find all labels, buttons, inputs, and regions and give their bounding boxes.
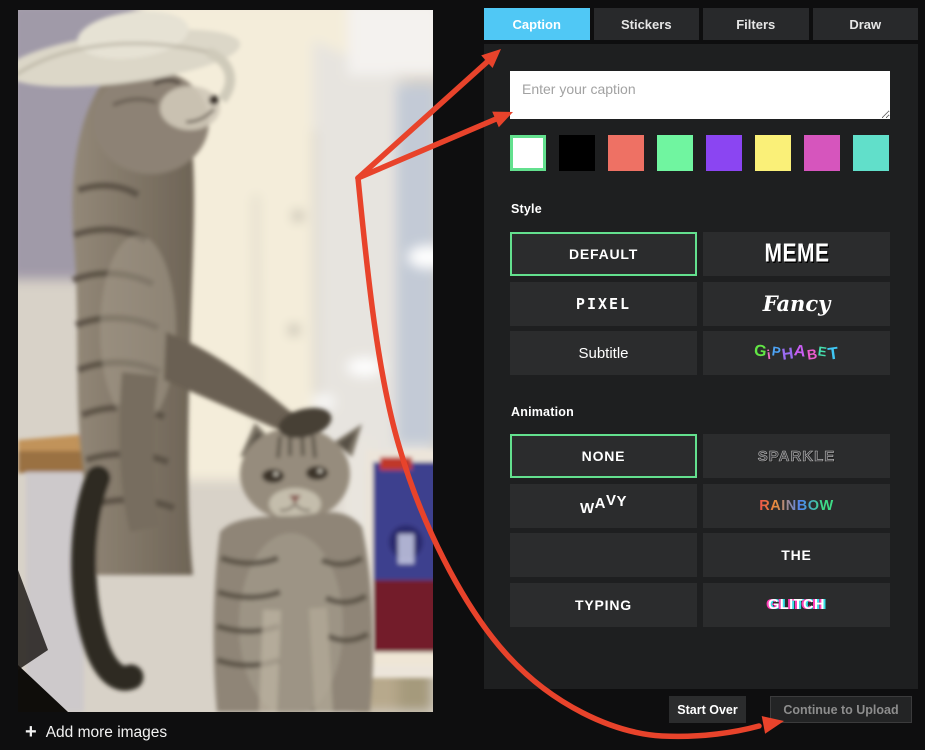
animation-option-rainbow-label: RAINBOW	[759, 498, 833, 514]
style-option-meme-label: MEME	[764, 239, 829, 269]
color-swatch-white[interactable]	[510, 135, 546, 171]
style-options-grid: DEFAULT MEME PIXEL Fancy Subtitle GiPHABET	[510, 232, 890, 375]
style-option-subtitle-label: Subtitle	[578, 345, 628, 362]
style-option-meme[interactable]: MEME	[703, 232, 890, 276]
cat-gif-illustration	[18, 10, 433, 712]
animation-options-grid: NONE SPARKLE WAVY RAINBOW THE TYPING GLITCH	[510, 434, 890, 627]
animation-option-blank[interactable]	[510, 533, 697, 577]
animation-option-glitch[interactable]: GLITCH	[703, 583, 890, 627]
gif-preview-canvas[interactable]	[18, 10, 433, 712]
animation-option-rainbow[interactable]: RAINBOW	[703, 484, 890, 528]
style-option-default-label: DEFAULT	[569, 246, 638, 262]
tab-caption[interactable]: Caption	[484, 8, 590, 40]
animation-section-label: Animation	[511, 405, 574, 419]
color-swatch-purple[interactable]	[706, 135, 742, 171]
style-option-giphabet-label: GiPHABET	[754, 343, 839, 363]
animation-option-sparkle-label: SPARKLE	[758, 448, 836, 465]
animation-option-none[interactable]: NONE	[510, 434, 697, 478]
color-swatch-red[interactable]	[608, 135, 644, 171]
color-swatch-green[interactable]	[657, 135, 693, 171]
tab-stickers[interactable]: Stickers	[594, 8, 700, 40]
color-swatch-black[interactable]	[559, 135, 595, 171]
color-swatch-teal[interactable]	[853, 135, 889, 171]
plus-icon: +	[25, 722, 37, 742]
style-option-giphabet[interactable]: GiPHABET	[703, 331, 890, 375]
add-more-images-button[interactable]: + Add more images	[25, 718, 167, 748]
style-option-fancy-label: Fancy	[763, 291, 831, 316]
style-option-default[interactable]: DEFAULT	[510, 232, 697, 276]
caption-panel: Style DEFAULT MEME PIXEL Fancy Subtitle GiPHA…	[484, 44, 918, 689]
add-more-images-label: Add more images	[46, 724, 167, 742]
style-option-fancy[interactable]: Fancy	[703, 282, 890, 326]
style-option-pixel[interactable]: PIXEL	[510, 282, 697, 326]
style-option-subtitle[interactable]: Subtitle	[510, 331, 697, 375]
color-swatch-magenta[interactable]	[804, 135, 840, 171]
style-section-label: Style	[511, 202, 542, 216]
color-swatch-yellow[interactable]	[755, 135, 791, 171]
animation-option-the-label: THE	[781, 547, 811, 563]
start-over-button[interactable]: Start Over	[669, 696, 746, 723]
animation-option-wavy[interactable]: WAVY	[510, 484, 697, 528]
tab-draw[interactable]: Draw	[813, 8, 919, 40]
style-option-pixel-label: PIXEL	[576, 295, 631, 313]
caption-input[interactable]	[510, 71, 890, 119]
animation-option-typing[interactable]: TYPING	[510, 583, 697, 627]
animation-option-the[interactable]: THE	[703, 533, 890, 577]
tab-filters[interactable]: Filters	[703, 8, 809, 40]
animation-option-typing-label: TYPING	[575, 597, 632, 613]
animation-option-wavy-label: WAVY	[580, 497, 627, 514]
caption-color-swatches	[510, 135, 889, 171]
animation-option-none-label: NONE	[582, 448, 626, 464]
animation-option-glitch-label: GLITCH	[768, 597, 825, 613]
editor-tab-bar: CaptionStickersFiltersDraw	[484, 8, 918, 40]
animation-option-sparkle[interactable]: SPARKLE	[703, 434, 890, 478]
continue-to-upload-button[interactable]: Continue to Upload	[770, 696, 912, 723]
